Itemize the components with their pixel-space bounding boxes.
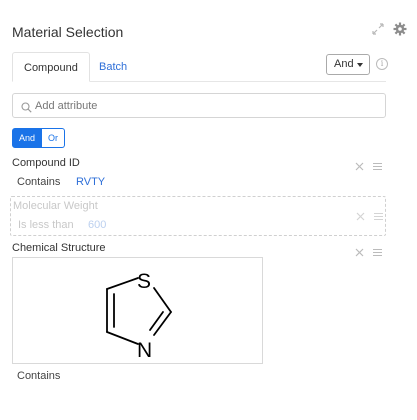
search-icon (21, 100, 32, 118)
criterion-operator[interactable]: Contains (17, 370, 60, 382)
bond-s-c2 (153, 287, 172, 313)
bond-n-c4 (106, 331, 139, 345)
menu-icon[interactable] (373, 158, 382, 176)
criterion-operator: Is less than (18, 219, 74, 231)
expand-icon[interactable] (371, 22, 385, 36)
close-icon[interactable] (356, 208, 365, 226)
menu-icon[interactable] (374, 208, 383, 226)
criterion-value: 600 (88, 219, 107, 231)
and-button[interactable]: And (12, 128, 43, 148)
structure-canvas[interactable]: S N (12, 257, 263, 364)
tab-batch[interactable]: Batch (88, 52, 138, 82)
bond-c2-n-inner (149, 311, 164, 331)
criterion-operator[interactable]: Contains (17, 176, 60, 188)
combinator-select-value: And (334, 58, 354, 70)
criterion-value[interactable]: RVTY (76, 176, 105, 188)
criterion-name: Chemical Structure (12, 242, 106, 254)
close-icon[interactable] (355, 158, 364, 176)
gear-icon[interactable] (393, 22, 407, 36)
close-icon[interactable] (355, 244, 364, 262)
menu-icon[interactable] (373, 244, 382, 262)
criterion-name: Molecular Weight (13, 200, 98, 212)
header-tools (371, 22, 407, 36)
thiazole-structure-drawing: S N (106, 270, 172, 362)
bond-c5-s (106, 277, 139, 290)
info-icon[interactable]: i (376, 58, 388, 70)
logic-toggle: And Or (12, 128, 66, 148)
or-button[interactable]: Or (42, 128, 66, 148)
panel-title: Material Selection (12, 24, 124, 40)
criterion-name: Compound ID (12, 157, 80, 169)
atom-label: N (137, 339, 152, 362)
combinator-select[interactable]: And (326, 54, 370, 75)
search-input[interactable] (35, 97, 375, 115)
tab-compound[interactable]: Compound (12, 52, 90, 82)
criterion-drag-ghost[interactable]: Molecular Weight Is less than 600 (10, 196, 386, 236)
bond-c2-n-outer (153, 311, 172, 336)
caret-down-icon (357, 63, 363, 67)
attribute-search (12, 93, 386, 118)
atom-label: S (137, 270, 151, 293)
